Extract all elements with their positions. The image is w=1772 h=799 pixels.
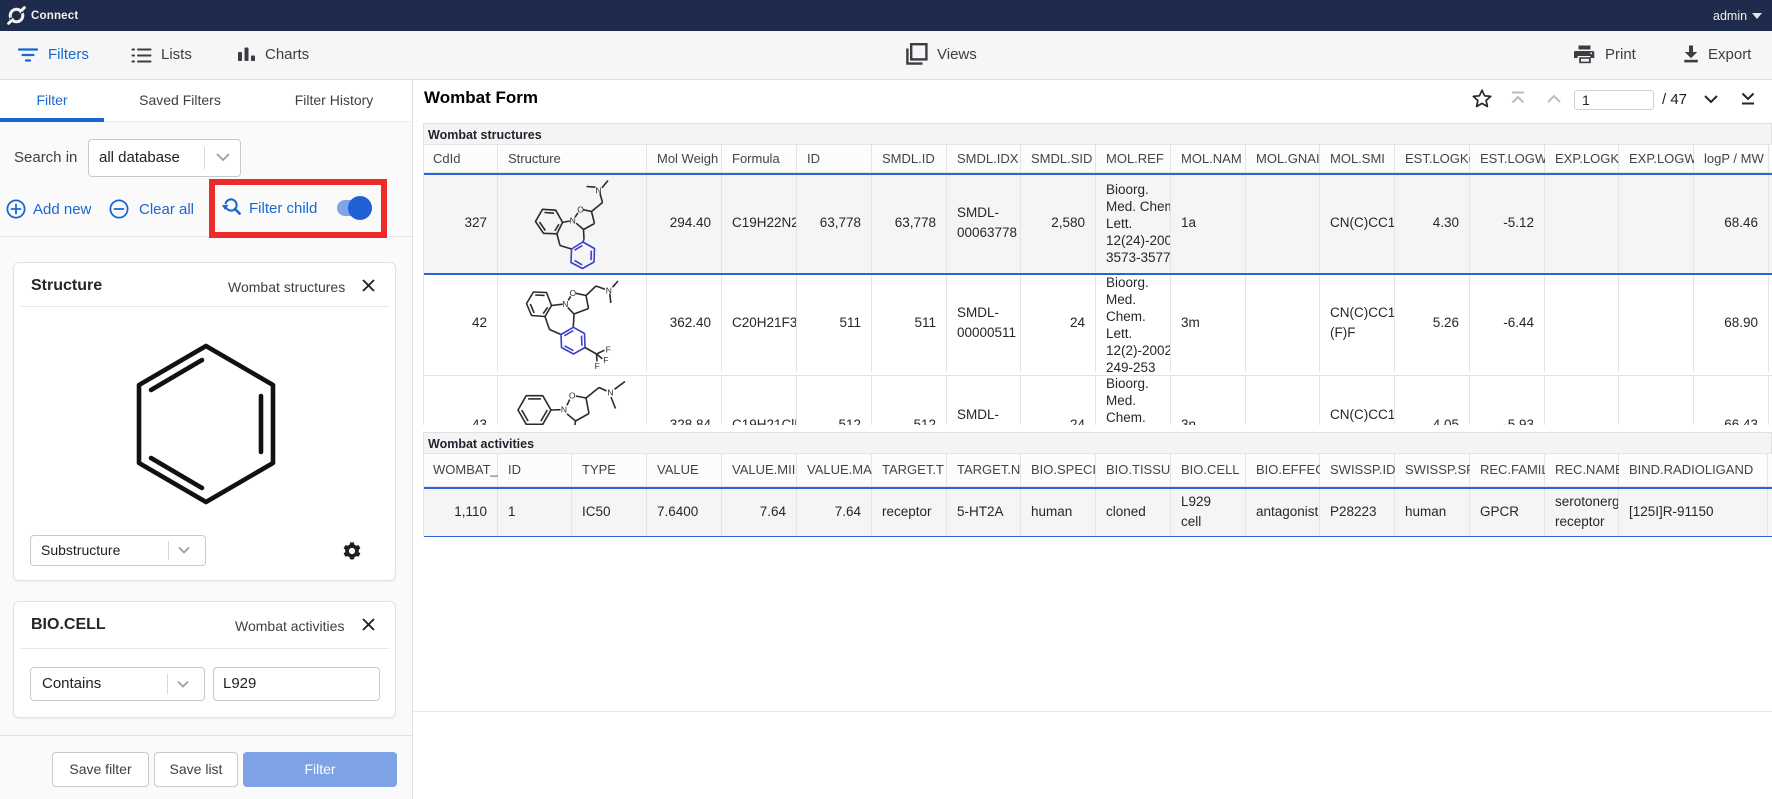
svg-text:F: F	[603, 355, 608, 365]
svg-text:F: F	[606, 344, 611, 354]
svg-text:N: N	[596, 185, 602, 195]
svg-text:O: O	[577, 205, 584, 215]
svg-text:O: O	[569, 288, 576, 298]
svg-text:N: N	[570, 216, 576, 226]
svg-text:N: N	[561, 405, 567, 415]
svg-text:F: F	[595, 361, 600, 371]
svg-text:N: N	[606, 285, 612, 295]
svg-text:N: N	[562, 299, 568, 309]
svg-text:N: N	[607, 387, 613, 397]
svg-text:O: O	[569, 391, 576, 401]
